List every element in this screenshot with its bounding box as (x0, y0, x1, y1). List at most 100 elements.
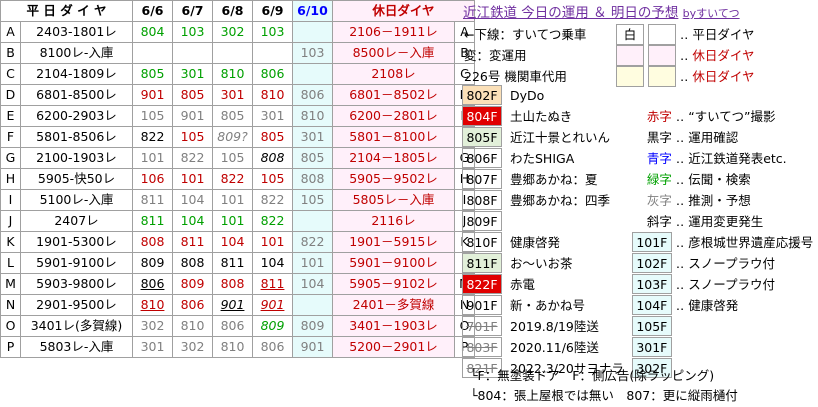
color-key: 黒字 (646, 129, 672, 145)
diagram-cell: 5905-快50レ (20, 168, 133, 190)
operation-cell: 101 (292, 252, 333, 274)
color-key: 灰字 (646, 192, 672, 208)
table-row: N 2901-9500レ 810 806 901 901 2401－多賀線 N (0, 294, 475, 316)
holiday-diagram-cell: 5805レ－入庫 (332, 189, 455, 211)
operation-cell: 901 (292, 336, 333, 358)
row-key: I (0, 189, 21, 211)
operation-cell: 810 (212, 336, 253, 358)
table-row: A 2403-1801レ 804 103 302 103 2106－1911レ A (0, 21, 475, 43)
operation-cell: 901 (132, 84, 173, 106)
page-title: 近江鉄道 今日の運用 ＆ 明日の予想 byすいてつ (463, 2, 818, 24)
row-key: H (0, 168, 21, 190)
footer-notes: └F：無塗装ドア F：側広告(除ラッピング) └804：張上屋根では無い 807… (470, 366, 738, 406)
operation-cell (252, 42, 293, 64)
row-key: F (0, 126, 21, 148)
diagram-cell: 3401レ(多賀線) (20, 315, 133, 337)
operation-cell (292, 294, 333, 316)
car-number: 805F (462, 127, 502, 147)
row-key: J (0, 210, 21, 232)
row-key: L (0, 252, 21, 274)
day-header: 6/9 (252, 0, 293, 22)
row-key: A (0, 21, 21, 43)
holiday-diagram-cell: 2116レ (332, 210, 455, 232)
legend-swatch (648, 24, 676, 45)
car-name: 赤電 (510, 276, 536, 292)
car-number: 701F (462, 316, 502, 336)
holiday-diagram-cell: 5905－9102レ (332, 273, 455, 295)
diagram-cell: 8100レ-入庫 (20, 42, 133, 64)
operation-cell: 809 (252, 315, 293, 337)
car-name: 土山たぬき (510, 108, 573, 124)
table-row: I 5100レ-入庫 811 104 101 822 105 5805レ－入庫 I (0, 189, 475, 211)
operation-cell: 104 (252, 252, 293, 274)
holiday-diagram-cell: 2401－多賀線 (332, 294, 455, 316)
table-row: O 3401レ(多賀線) 302 810 806 809 809 3401－1903レ O (0, 315, 475, 337)
table-row: G 2100-1903レ 101 822 105 808 805 2104－1805レ G (0, 147, 475, 169)
holiday-diagram-cell: 6801－8502レ (332, 84, 455, 106)
car-row: 802F DyDo (462, 85, 813, 106)
operation-cell: 103 (292, 42, 333, 64)
legend-row: 変：変運用 ‥ 休日ダイヤ (462, 45, 756, 66)
operation-cell: 811 (212, 252, 253, 274)
car-desc: 彦根城世界遺産応援号 (688, 234, 814, 250)
header-row: 平 日 ダ イ ヤ 6/6 6/7 6/8 6/9 6/10 休日ダイヤ (0, 0, 475, 22)
diagram-cell: 5801-8506レ (20, 126, 133, 148)
legend-swatch (648, 66, 676, 87)
row-key: G (0, 147, 21, 169)
car-legend: 802F DyDo 804F 土山たぬき 赤字 ‥ “すいてつ”撮影 805F 近江十景とれい… (462, 85, 813, 379)
table-row: H 5905-快50レ 106 101 822 105 808 5905－9502レ H (0, 168, 475, 190)
car-row: 805F 近江十景とれいん 黒字 ‥ 運用確認 (462, 127, 813, 148)
operation-cell: 806 (252, 336, 293, 358)
car-key: 104F (631, 295, 672, 315)
car-name: 近江十景とれいん (510, 129, 611, 145)
car-row: 806F わたSHIGA 青字 ‥ 近江鉄道発表etc. (462, 148, 813, 169)
table-row: J 2407レ 811 104 101 822 2116レ J (0, 210, 475, 232)
holiday-diagram-cell: 8500レ－入庫 (332, 42, 455, 64)
legend-text: ←下線：すいてつ乗車 (464, 26, 587, 42)
car-name: 2019.8/19陸送 (510, 318, 599, 334)
operation-cell: 105 (292, 189, 333, 211)
car-row: 822F 赤電 103F ‥ スノープラウ付 (462, 274, 813, 295)
row-key: D (0, 84, 21, 106)
car-number: 806F (462, 148, 502, 168)
operation-cell: 901 (252, 294, 293, 316)
operation-cell: 822 (212, 168, 253, 190)
car-row: 808F 豊郷あかね：四季 灰字 ‥ 推測・予想 (462, 190, 813, 211)
operation-cell: 105 (252, 168, 293, 190)
operation-cell: 105 (212, 147, 253, 169)
car-name: 豊郷あかね：四季 (510, 192, 611, 208)
car-name: 豊郷あかね：夏 (510, 171, 598, 187)
operation-cell: 103 (252, 21, 293, 43)
color-key: 斜字 (646, 213, 672, 229)
operation-cell: 806 (212, 315, 253, 337)
footer-note: └804：張上屋根では無い 807：更に縦雨樋付 (470, 388, 738, 403)
operation-cell: 808 (252, 147, 293, 169)
operation-cell: 301 (292, 126, 333, 148)
holiday-diagram-cell: 5905－9502レ (332, 168, 455, 190)
holiday-diagram-cell: 3401－1903レ (332, 315, 455, 337)
operation-cell: 101 (212, 210, 253, 232)
operation-cell (132, 42, 173, 64)
car-name: 新・あかね号 (510, 297, 586, 313)
day-header: 6/7 (172, 0, 213, 22)
diagram-cell: 6801-8500レ (20, 84, 133, 106)
operation-cell: 805 (172, 84, 213, 106)
operation-cell: 901 (212, 294, 253, 316)
operation-cell: 810 (212, 63, 253, 85)
car-key: 101F (631, 232, 672, 252)
car-number: 810F (462, 232, 502, 252)
operation-cell: 104 (172, 210, 213, 232)
operation-cell: 105 (132, 105, 173, 127)
car-name: 2020.11/6陸送 (510, 339, 599, 355)
operation-cell: 811 (172, 231, 213, 253)
diagram-cell: 5100レ-入庫 (20, 189, 133, 211)
holiday-diagram-cell: 5200－2901レ (332, 336, 455, 358)
diagram-cell: 6200-2903レ (20, 105, 133, 127)
operation-cell: 808 (292, 168, 333, 190)
car-desc: “すいてつ”撮影 (688, 108, 776, 124)
row-key: P (0, 336, 21, 358)
diagram-cell: 5903-9800レ (20, 273, 133, 295)
car-key: 105F (631, 316, 672, 336)
row-key: N (0, 294, 21, 316)
legend-row: 226号 機関車代用 ‥ 休日ダイヤ (462, 66, 756, 87)
